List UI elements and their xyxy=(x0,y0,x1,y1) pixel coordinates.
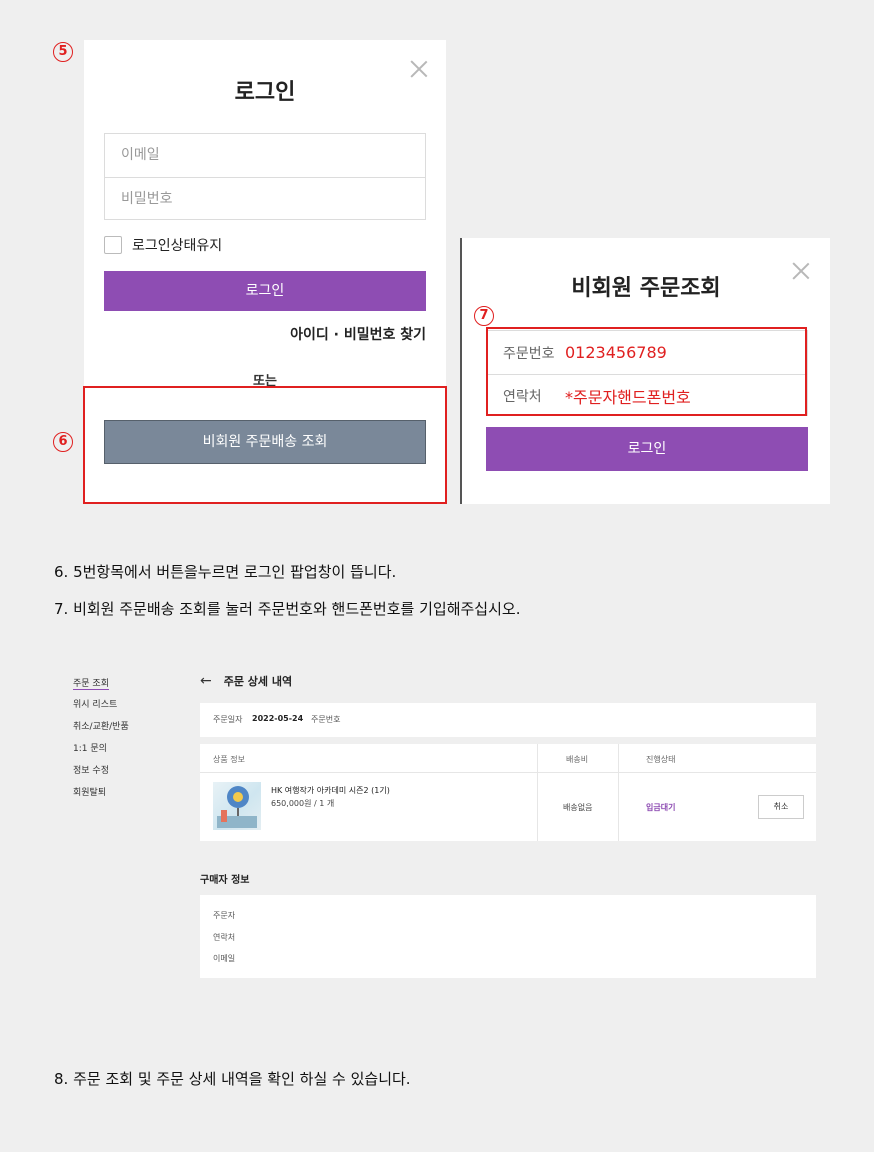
cancel-order-button[interactable]: 취소 xyxy=(758,795,804,819)
email-input[interactable]: 이메일 xyxy=(105,134,425,177)
order-date-label: 주문일자 xyxy=(213,715,243,724)
menu-order-lookup[interactable]: 주문 조회 xyxy=(73,676,109,689)
password-input[interactable]: 비밀번호 xyxy=(105,177,425,220)
instruction-6: 6. 5번항목에서 버튼을누르면 로그인 팝업창이 뜹니다. xyxy=(54,563,397,581)
instruction-8: 8. 주문 조회 및 주문 상세 내역을 확인 하실 수 있습니다. xyxy=(54,1070,411,1088)
menu-wishlist[interactable]: 위시 리스트 xyxy=(73,697,117,710)
buyer-name-label: 주문자 xyxy=(213,911,236,920)
buyer-email-label: 이메일 xyxy=(213,954,236,963)
guest-login-button[interactable]: 로그인 xyxy=(486,427,808,471)
thumbnail-balloon-core xyxy=(233,792,243,802)
thumbnail-figure xyxy=(221,810,227,822)
column-header-status: 진행상태 xyxy=(646,755,676,764)
column-divider xyxy=(537,744,538,841)
order-number-label: 주문번호 xyxy=(311,715,341,724)
buyer-contact-label: 연락처 xyxy=(213,933,236,942)
status-badge: 입금대기 xyxy=(646,803,676,812)
step-marker-7: 7 xyxy=(474,306,494,326)
keep-login-label: 로그인상태유지 xyxy=(132,238,223,254)
menu-edit-info[interactable]: 정보 수정 xyxy=(73,763,109,776)
login-popup-title: 로그인 xyxy=(234,80,296,105)
guest-popup-title: 비회원 주문조회 xyxy=(571,276,721,301)
highlight-box-7 xyxy=(486,327,807,416)
close-icon[interactable] xyxy=(410,60,428,78)
keep-login-checkbox[interactable] xyxy=(104,236,122,254)
step-marker-5: 5 xyxy=(53,42,73,62)
product-thumbnail[interactable] xyxy=(213,782,261,830)
product-price-qty: 650,000원 / 1 개 xyxy=(271,799,335,808)
keep-login-row[interactable]: 로그인상태유지 xyxy=(104,235,222,255)
highlight-box-6 xyxy=(83,386,447,504)
order-detail-title: 주문 상세 내역 xyxy=(223,675,293,688)
table-header-divider xyxy=(200,772,816,773)
product-name[interactable]: HK 여행작가 아카데미 시즌2 (1기) xyxy=(271,785,390,796)
step-marker-6: 6 xyxy=(53,432,73,452)
column-header-shipping: 배송비 xyxy=(566,755,589,764)
order-summary-card: 주문일자 2022-05-24 주문번호 xyxy=(200,703,816,737)
menu-withdraw[interactable]: 회원탈퇴 xyxy=(73,785,106,798)
arrow-left-icon[interactable]: ← xyxy=(200,673,212,689)
menu-inquiry[interactable]: 1:1 문의 xyxy=(73,741,107,754)
order-date-value: 2022-05-24 xyxy=(252,714,304,723)
order-items-table: 상품 정보 배송비 진행상태 HK 여행작가 아카데미 시즌2 (1기) 650… xyxy=(200,744,816,841)
column-header-product: 상품 정보 xyxy=(213,755,245,764)
close-icon[interactable] xyxy=(792,262,810,280)
login-button[interactable]: 로그인 xyxy=(104,271,426,311)
order-detail-header: ← 주문 상세 내역 xyxy=(200,673,292,689)
shipping-value: 배송없음 xyxy=(563,803,593,812)
menu-cancel-return[interactable]: 취소/교환/반품 xyxy=(73,719,129,732)
instruction-7: 7. 비회원 주문배송 조회를 눌러 주문번호와 핸드폰번호를 기입해주십시오. xyxy=(54,600,521,618)
buyer-info-card: 주문자 연락처 이메일 xyxy=(200,895,816,978)
column-divider xyxy=(618,744,619,841)
login-field-group: 이메일 비밀번호 xyxy=(104,133,426,220)
buyer-info-title: 구매자 정보 xyxy=(200,875,250,886)
find-id-password-link[interactable]: 아이디 · 비밀번호 찾기 xyxy=(290,324,426,344)
